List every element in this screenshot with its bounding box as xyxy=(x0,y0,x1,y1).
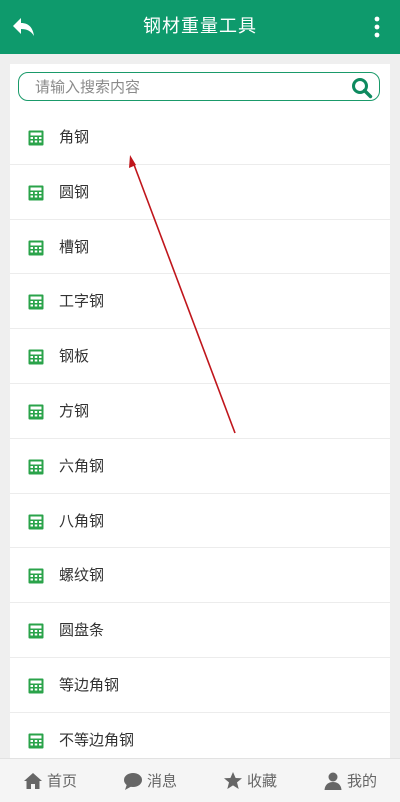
list-item-label: 不等边角钢 xyxy=(59,730,135,749)
search-bar xyxy=(18,72,380,101)
list-item[interactable]: 圆钢 xyxy=(10,165,390,220)
calculator-icon xyxy=(28,623,44,639)
list-item-label: 角钢 xyxy=(59,128,90,146)
list-item[interactable]: 钢板 xyxy=(10,329,390,384)
app-header: 钢材重量工具 xyxy=(0,0,400,54)
calculator-icon xyxy=(28,404,44,420)
search-input[interactable] xyxy=(33,75,337,99)
calculator-icon xyxy=(28,185,44,201)
calculator-icon xyxy=(28,733,44,749)
calculator-icon xyxy=(28,459,44,475)
tab-messages[interactable]: 消息 xyxy=(100,759,200,802)
list-item[interactable]: 等边角钢 xyxy=(10,658,390,713)
list-item[interactable]: 圆盘条 xyxy=(10,603,390,658)
list-item-label: 圆钢 xyxy=(59,182,90,201)
list-item-label: 槽钢 xyxy=(59,237,90,256)
tab-label: 首页 xyxy=(46,772,77,790)
more-vertical-icon[interactable] xyxy=(370,15,384,39)
calculator-icon xyxy=(28,240,44,256)
page-title: 钢材重量工具 xyxy=(143,16,257,37)
list-item-label: 八角钢 xyxy=(59,511,105,530)
list-item-label: 等边角钢 xyxy=(59,675,120,694)
list-item-label: 六角钢 xyxy=(59,456,105,475)
list-item[interactable]: 工字钢 xyxy=(10,274,390,330)
bottom-tab-bar: 首页 消息 收藏 我的 xyxy=(0,758,400,802)
list-item-label: 钢板 xyxy=(59,347,90,366)
tab-label: 收藏 xyxy=(246,772,277,790)
list-item[interactable]: 槽钢 xyxy=(10,220,390,275)
tab-label: 我的 xyxy=(346,772,377,790)
calculator-icon xyxy=(28,568,44,584)
list-item[interactable]: 八角钢 xyxy=(10,494,390,549)
tab-profile[interactable]: 我的 xyxy=(300,759,400,802)
content-card: 角钢圆钢槽钢工字钢钢板方钢六角钢八角钢螺纹钢圆盘条等边角钢不等边角钢 xyxy=(10,64,390,758)
list-item-label: 圆盘条 xyxy=(59,621,105,640)
list-item[interactable]: 角钢 xyxy=(10,110,390,165)
list-item[interactable]: 方钢 xyxy=(10,384,390,439)
home-icon xyxy=(23,772,42,789)
chat-icon xyxy=(123,772,142,790)
tab-label: 消息 xyxy=(146,772,177,790)
user-icon xyxy=(324,772,342,790)
list-item-label: 方钢 xyxy=(59,401,90,420)
list-item[interactable]: 六角钢 xyxy=(10,439,390,494)
tab-home[interactable]: 首页 xyxy=(0,759,100,802)
tab-favorites[interactable]: 收藏 xyxy=(200,759,300,802)
calculator-icon xyxy=(28,130,44,146)
star-icon xyxy=(223,771,242,789)
list-item[interactable]: 螺纹钢 xyxy=(10,548,390,604)
steel-type-list: 角钢圆钢槽钢工字钢钢板方钢六角钢八角钢螺纹钢圆盘条等边角钢不等边角钢 xyxy=(10,110,390,758)
calculator-icon xyxy=(28,349,44,365)
calculator-icon xyxy=(28,678,44,694)
list-item-label: 螺纹钢 xyxy=(59,566,105,585)
calculator-icon xyxy=(28,514,44,530)
calculator-icon xyxy=(28,294,44,310)
list-item[interactable]: 不等边角钢 xyxy=(10,713,390,758)
list-item-label: 工字钢 xyxy=(59,292,105,311)
search-icon[interactable] xyxy=(351,77,373,99)
